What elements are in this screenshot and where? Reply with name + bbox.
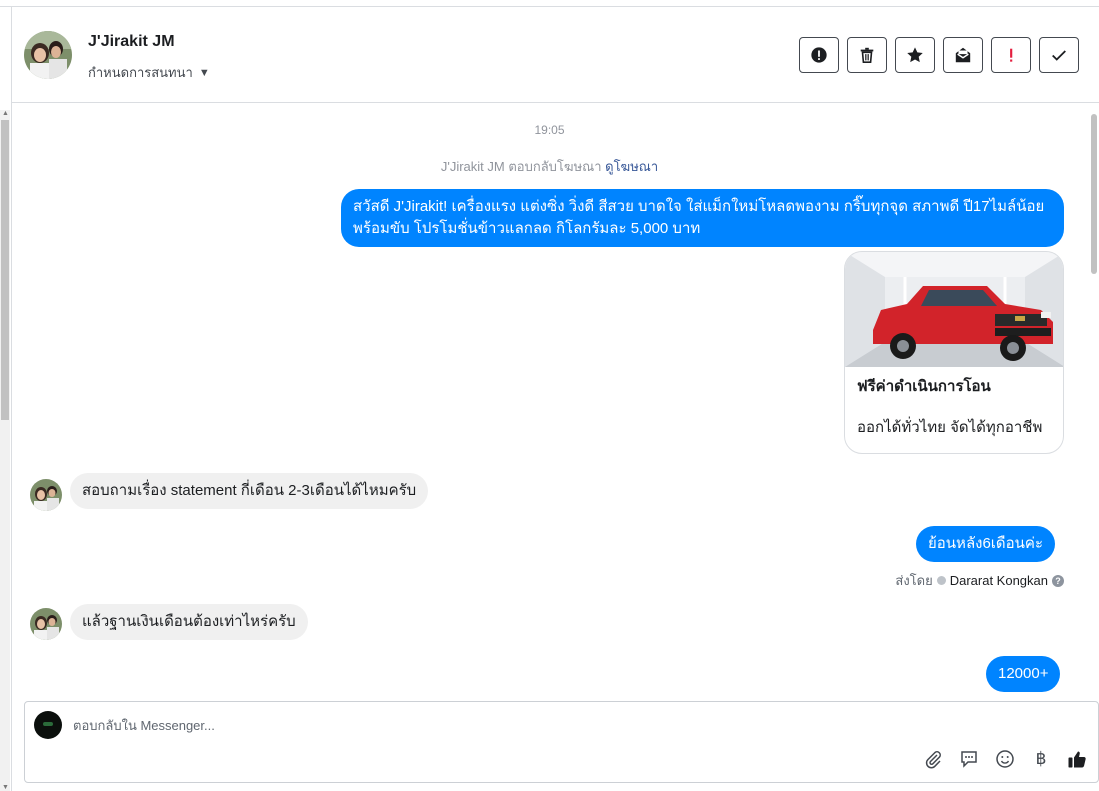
left-scrollbar-thumb[interactable]	[1, 120, 9, 420]
red-pickup-truck-image	[845, 252, 1063, 367]
agent-status-icon	[936, 576, 946, 585]
sent-by-label: ส่งโดย	[895, 573, 933, 588]
star-button[interactable]	[895, 37, 935, 73]
attach-button[interactable]	[922, 748, 944, 770]
contact-name[interactable]: J'Jirakit JM	[88, 33, 175, 51]
conversation-actions	[799, 37, 1079, 73]
thumbs-up-icon	[1068, 751, 1086, 768]
scroll-down-arrow-icon[interactable]: ▼	[2, 784, 9, 791]
reply-composer: ฿	[24, 701, 1099, 783]
follow-up-icon	[1010, 48, 1013, 62]
assign-conversation-dropdown[interactable]: กำหนดการสนทนา ▼	[88, 62, 210, 83]
payment-button[interactable]: ฿	[1030, 748, 1052, 770]
like-button[interactable]	[1066, 748, 1088, 770]
page-avatar	[34, 711, 62, 739]
report-button[interactable]	[799, 37, 839, 73]
contact-avatar[interactable]	[24, 31, 72, 79]
composer-tools: ฿	[922, 748, 1088, 770]
trash-icon	[860, 47, 874, 64]
message-timestamp: 19:05	[534, 123, 565, 137]
saved-reply-button[interactable]	[958, 748, 980, 770]
sent-by-agent: Dararat Kongkan	[949, 573, 1048, 588]
saved-reply-icon	[961, 751, 977, 768]
assign-label: กำหนดการสนทนา	[88, 65, 193, 80]
emoji-button[interactable]	[994, 748, 1016, 770]
left-scrollbar[interactable]: ▲ ▼	[0, 110, 10, 791]
outgoing-message[interactable]: สวัสดี J'Jirakit! เครื่องแรง แต่งซิ่ง วิ…	[341, 189, 1064, 247]
chat-scrollbar-thumb[interactable]	[1091, 114, 1097, 274]
ad-reply-notice: J'Jirakit JM ตอบกลับโฆษณา ดูโฆษณา	[12, 156, 1087, 177]
done-button[interactable]	[1039, 37, 1079, 73]
follow-up-button[interactable]	[991, 37, 1031, 73]
mark-unread-button[interactable]	[943, 37, 983, 73]
window-top-bar	[0, 0, 1099, 7]
chat-scrollbar[interactable]	[1090, 104, 1099, 692]
contact-avatar-small	[30, 608, 62, 640]
contact-avatar-small	[30, 479, 62, 511]
report-icon	[811, 47, 827, 63]
baht-icon: ฿	[1035, 749, 1047, 769]
mark-unread-icon	[955, 47, 971, 63]
caret-down-icon: ▼	[198, 66, 210, 79]
help-icon[interactable]: ?	[1052, 574, 1064, 587]
incoming-message[interactable]: แล้วฐานเงินเดือนต้องเท่าไหร่ครับ	[70, 604, 308, 640]
ad-card-subtitle: ออกได้ทั่วไทย จัดได้ทุกอาชีพ	[857, 419, 1043, 436]
sent-by-info: ส่งโดย Dararat Kongkan ?	[895, 570, 1064, 591]
incoming-message[interactable]: สอบถามเรื่อง statement กี่เดือน 2-3เดือน…	[70, 473, 429, 509]
conversation-header: J'Jirakit JM กำหนดการสนทนา ▼	[12, 8, 1099, 103]
check-icon	[1052, 50, 1066, 61]
star-icon	[907, 47, 923, 63]
delete-button[interactable]	[847, 37, 887, 73]
reply-input[interactable]	[73, 715, 873, 735]
outgoing-message[interactable]: ย้อนหลัง6เดือนค่ะ	[916, 526, 1056, 562]
scroll-up-arrow-icon[interactable]: ▲	[2, 110, 9, 117]
message-thread[interactable]: 19:05 J'Jirakit JM ตอบกลับโฆษณา ดูโฆษณา …	[12, 104, 1087, 692]
emoji-icon	[996, 750, 1014, 768]
paperclip-icon	[925, 751, 941, 769]
ad-reply-text: J'Jirakit JM ตอบกลับโฆษณา	[440, 159, 602, 174]
ad-card[interactable]: ฟรีค่าดำเนินการโอน ออกได้ทั่วไทย จัดได้ท…	[844, 251, 1064, 454]
outgoing-message[interactable]: 12000+	[986, 656, 1061, 692]
view-ad-link[interactable]: ดูโฆษณา	[605, 159, 658, 174]
ad-card-title: ฟรีค่าดำเนินการโอน	[857, 378, 991, 395]
